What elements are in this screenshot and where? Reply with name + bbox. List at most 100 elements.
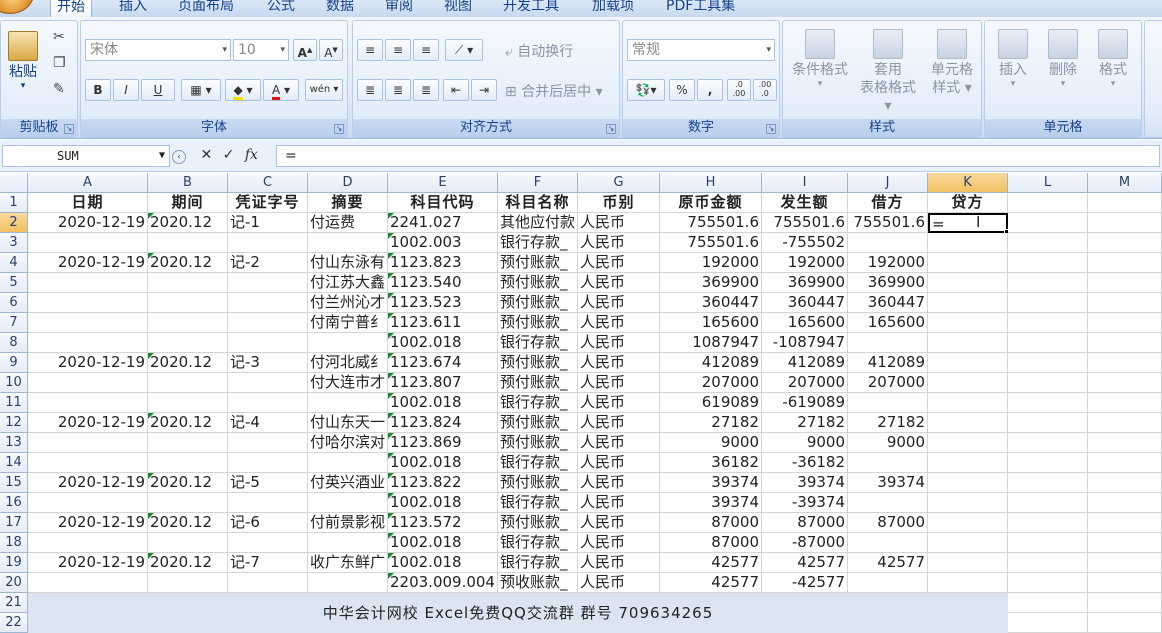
align-right-button[interactable]: ≣: [413, 79, 439, 101]
table-cell[interactable]: [28, 373, 148, 393]
table-cell[interactable]: [1008, 533, 1088, 553]
table-cell[interactable]: 360447: [848, 293, 928, 313]
table-cell[interactable]: [928, 413, 1008, 433]
table-cell[interactable]: 1123.611: [388, 313, 498, 333]
table-cell[interactable]: 预收账款_: [498, 573, 578, 593]
table-cell[interactable]: 87000: [660, 533, 762, 553]
enter-icon[interactable]: ✓: [223, 147, 235, 163]
table-cell[interactable]: [1008, 333, 1088, 353]
decrease-indent-button[interactable]: ⇤: [443, 79, 469, 101]
table-cell[interactable]: 预付账款_: [498, 273, 578, 293]
table-cell[interactable]: 42577: [848, 553, 928, 573]
tab-developer[interactable]: 开发工具: [497, 0, 565, 17]
table-cell[interactable]: [148, 333, 228, 353]
table-cell[interactable]: [928, 433, 1008, 453]
column-title-cell[interactable]: 借方: [848, 193, 928, 213]
table-cell[interactable]: 2241.027: [388, 213, 498, 233]
table-cell[interactable]: [28, 333, 148, 353]
table-cell[interactable]: [228, 233, 308, 253]
table-cell[interactable]: 755501.6: [660, 213, 762, 233]
table-cell[interactable]: [228, 493, 308, 513]
name-box[interactable]: SUM ▼: [2, 145, 170, 167]
table-cell[interactable]: [1008, 273, 1088, 293]
table-cell[interactable]: 165600: [848, 313, 928, 333]
table-cell[interactable]: [848, 573, 928, 593]
percent-button[interactable]: %: [669, 79, 695, 101]
table-cell[interactable]: [148, 453, 228, 473]
row-header-11[interactable]: 11: [0, 393, 28, 413]
table-cell[interactable]: [1008, 433, 1088, 453]
number-format-combo[interactable]: 常规 ▾: [627, 39, 775, 61]
row-header-19[interactable]: 19: [0, 553, 28, 573]
table-cell[interactable]: 1123.824: [388, 413, 498, 433]
table-cell[interactable]: 755501.6: [762, 213, 848, 233]
table-cell[interactable]: 42577: [660, 573, 762, 593]
table-cell[interactable]: 预付账款_: [498, 413, 578, 433]
table-cell[interactable]: [1088, 313, 1162, 333]
table-cell[interactable]: [928, 253, 1008, 273]
table-cell[interactable]: [148, 273, 228, 293]
row-header-16[interactable]: 16: [0, 493, 28, 513]
underline-button[interactable]: U: [141, 79, 175, 101]
column-title-cell[interactable]: [1008, 193, 1088, 213]
table-cell[interactable]: 27182: [762, 413, 848, 433]
table-cell[interactable]: 39374: [660, 473, 762, 493]
table-cell[interactable]: 银行存款_: [498, 453, 578, 473]
table-cell[interactable]: 人民币: [578, 453, 660, 473]
table-cell[interactable]: [928, 313, 1008, 333]
row-header-3[interactable]: 3: [0, 233, 28, 253]
column-title-cell[interactable]: 发生额: [762, 193, 848, 213]
table-cell[interactable]: 预付账款_: [498, 373, 578, 393]
table-cell[interactable]: [148, 393, 228, 413]
table-cell[interactable]: 2020.12: [148, 353, 228, 373]
table-cell[interactable]: [1088, 593, 1162, 613]
bold-button[interactable]: B: [85, 79, 111, 101]
table-cell[interactable]: [1088, 333, 1162, 353]
table-cell[interactable]: [308, 533, 388, 553]
column-header-g[interactable]: G: [578, 173, 660, 193]
font-size-combo[interactable]: 10 ▾: [233, 39, 289, 61]
table-cell[interactable]: [28, 233, 148, 253]
table-cell[interactable]: 收广东鲜广: [308, 553, 388, 573]
table-cell[interactable]: [28, 293, 148, 313]
format-cells-button[interactable]: 格式 ▾: [1089, 29, 1137, 89]
table-cell[interactable]: [1088, 513, 1162, 533]
align-middle-button[interactable]: ≡: [385, 39, 411, 61]
row-header-2[interactable]: 2: [0, 213, 28, 233]
table-cell[interactable]: [1008, 453, 1088, 473]
table-cell[interactable]: [1008, 573, 1088, 593]
table-cell[interactable]: 人民币: [578, 253, 660, 273]
row-header-1[interactable]: 1: [0, 193, 28, 213]
table-cell[interactable]: 2020.12: [148, 413, 228, 433]
table-cell[interactable]: 预付账款_: [498, 433, 578, 453]
align-center-button[interactable]: ≣: [385, 79, 411, 101]
office-button[interactable]: [0, 0, 34, 14]
table-cell[interactable]: [848, 493, 928, 513]
clipboard-dialog-launcher-icon[interactable]: ↘: [64, 124, 74, 134]
table-cell[interactable]: 360447: [762, 293, 848, 313]
table-cell[interactable]: [1088, 393, 1162, 413]
table-cell[interactable]: [928, 453, 1008, 473]
table-cell[interactable]: [1008, 253, 1088, 273]
table-cell[interactable]: 1087947: [660, 333, 762, 353]
table-cell[interactable]: [308, 573, 388, 593]
align-bottom-button[interactable]: ≡: [413, 39, 439, 61]
table-cell[interactable]: 87000: [660, 513, 762, 533]
table-cell[interactable]: 预付账款_: [498, 353, 578, 373]
table-cell[interactable]: [228, 333, 308, 353]
font-dialog-launcher-icon[interactable]: ↘: [334, 124, 344, 134]
table-cell[interactable]: [28, 533, 148, 553]
table-cell[interactable]: 39374: [660, 493, 762, 513]
table-cell[interactable]: 42577: [762, 553, 848, 573]
orientation-button[interactable]: ⟋ ▾: [445, 39, 483, 61]
column-header-h[interactable]: H: [660, 173, 762, 193]
table-cell[interactable]: 银行存款_: [498, 493, 578, 513]
tab-data[interactable]: 数据: [320, 0, 360, 17]
table-cell[interactable]: [308, 333, 388, 353]
table-cell[interactable]: [928, 393, 1008, 413]
table-cell[interactable]: 记-4: [228, 413, 308, 433]
table-cell[interactable]: [1008, 393, 1088, 413]
table-cell[interactable]: [1008, 313, 1088, 333]
table-cell[interactable]: 2020.12: [148, 213, 228, 233]
font-name-combo[interactable]: 宋体 ▾: [85, 39, 231, 61]
